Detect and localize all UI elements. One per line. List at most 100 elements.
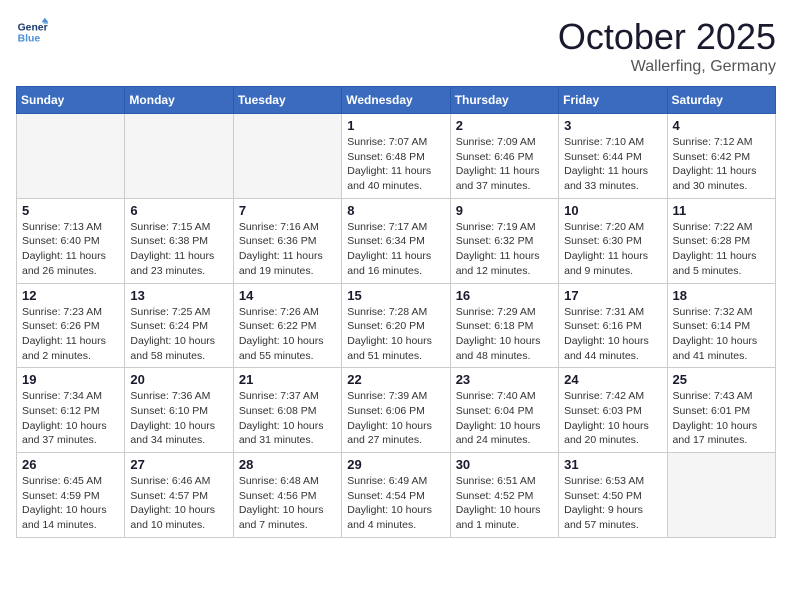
weekday-header-thursday: Thursday [450,87,558,114]
day-info: Sunrise: 7:39 AM Sunset: 6:06 PM Dayligh… [347,389,444,448]
day-number: 7 [239,203,336,218]
week-row-5: 26Sunrise: 6:45 AM Sunset: 4:59 PM Dayli… [17,453,776,538]
day-cell: 18 Sunrise: 7:32 AM Sunset: 6:14 PM Dayli… [667,283,775,368]
day-number: 29 [347,457,444,472]
day-number: 23 [456,372,553,387]
day-cell: 12 Sunrise: 7:23 AM Sunset: 6:26 PM Dayli… [17,283,125,368]
day-cell: 22 Sunrise: 7:39 AM Sunset: 6:06 PM Dayli… [342,368,450,453]
day-cell: 30 Sunrise: 6:51 AM Sunset: 4:52 PM Dayli… [450,453,558,538]
day-number: 26 [22,457,119,472]
day-number: 19 [22,372,119,387]
day-info: Sunrise: 7:23 AM Sunset: 6:26 PM Dayligh… [22,305,119,364]
month-title: October 2025 [558,16,776,58]
day-cell: 6 Sunrise: 7:15 AM Sunset: 6:38 PM Daylig… [125,198,233,283]
weekday-header-wednesday: Wednesday [342,87,450,114]
day-cell: 17 Sunrise: 7:31 AM Sunset: 6:16 PM Dayli… [559,283,667,368]
day-number: 30 [456,457,553,472]
day-number: 21 [239,372,336,387]
day-number: 9 [456,203,553,218]
day-number: 6 [130,203,227,218]
day-cell: 24Sunrise: 7:42 AM Sunset: 6:03 PM Dayli… [559,368,667,453]
day-cell: 20 Sunrise: 7:36 AM Sunset: 6:10 PM Dayli… [125,368,233,453]
day-cell: 13Sunrise: 7:25 AM Sunset: 6:24 PM Dayli… [125,283,233,368]
day-number: 22 [347,372,444,387]
day-info: Sunrise: 6:46 AM Sunset: 4:57 PM Dayligh… [130,474,227,533]
day-number: 15 [347,288,444,303]
day-cell: 31 Sunrise: 6:53 AM Sunset: 4:50 PM Dayli… [559,453,667,538]
day-info: Sunrise: 7:40 AM Sunset: 6:04 PM Dayligh… [456,389,553,448]
day-cell [125,114,233,199]
svg-text:Blue: Blue [18,34,41,45]
day-number: 18 [673,288,770,303]
day-info: Sunrise: 7:12 AM Sunset: 6:42 PM Dayligh… [673,135,770,194]
title-area: October 2025 Wallerfing, Germany [558,16,776,76]
day-info: Sunrise: 7:29 AM Sunset: 6:18 PM Dayligh… [456,305,553,364]
day-info: Sunrise: 7:17 AM Sunset: 6:34 PM Dayligh… [347,220,444,279]
day-number: 10 [564,203,661,218]
page-header: General Blue October 2025 Wallerfing, Ge… [16,16,776,76]
svg-text:General: General [18,22,48,33]
day-number: 2 [456,118,553,133]
weekday-header-sunday: Sunday [17,87,125,114]
week-row-2: 5 Sunrise: 7:13 AM Sunset: 6:40 PM Daylig… [17,198,776,283]
day-cell: 14Sunrise: 7:26 AM Sunset: 6:22 PM Dayli… [233,283,341,368]
day-info: Sunrise: 7:09 AM Sunset: 6:46 PM Dayligh… [456,135,553,194]
week-row-1: 1 Sunrise: 7:07 AM Sunset: 6:48 PM Daylig… [17,114,776,199]
day-info: Sunrise: 7:37 AM Sunset: 6:08 PM Dayligh… [239,389,336,448]
day-cell: 5 Sunrise: 7:13 AM Sunset: 6:40 PM Daylig… [17,198,125,283]
day-number: 5 [22,203,119,218]
calendar-table: SundayMondayTuesdayWednesdayThursdayFrid… [16,86,776,538]
day-info: Sunrise: 7:15 AM Sunset: 6:38 PM Dayligh… [130,220,227,279]
day-cell: 9Sunrise: 7:19 AM Sunset: 6:32 PM Daylig… [450,198,558,283]
day-number: 11 [673,203,770,218]
day-info: Sunrise: 7:07 AM Sunset: 6:48 PM Dayligh… [347,135,444,194]
day-number: 31 [564,457,661,472]
day-number: 1 [347,118,444,133]
day-number: 17 [564,288,661,303]
weekday-header-tuesday: Tuesday [233,87,341,114]
day-number: 27 [130,457,227,472]
day-info: Sunrise: 7:34 AM Sunset: 6:12 PM Dayligh… [22,389,119,448]
day-info: Sunrise: 7:25 AM Sunset: 6:24 PM Dayligh… [130,305,227,364]
location: Wallerfing, Germany [558,58,776,76]
day-info: Sunrise: 7:22 AM Sunset: 6:28 PM Dayligh… [673,220,770,279]
day-info: Sunrise: 7:43 AM Sunset: 6:01 PM Dayligh… [673,389,770,448]
day-info: Sunrise: 7:32 AM Sunset: 6:14 PM Dayligh… [673,305,770,364]
day-cell: 4 Sunrise: 7:12 AM Sunset: 6:42 PM Daylig… [667,114,775,199]
day-cell: 8 Sunrise: 7:17 AM Sunset: 6:34 PM Daylig… [342,198,450,283]
day-info: Sunrise: 7:31 AM Sunset: 6:16 PM Dayligh… [564,305,661,364]
day-cell: 7 Sunrise: 7:16 AM Sunset: 6:36 PM Daylig… [233,198,341,283]
day-info: Sunrise: 7:28 AM Sunset: 6:20 PM Dayligh… [347,305,444,364]
day-cell: 28Sunrise: 6:48 AM Sunset: 4:56 PM Dayli… [233,453,341,538]
day-cell: 11 Sunrise: 7:22 AM Sunset: 6:28 PM Dayli… [667,198,775,283]
day-number: 4 [673,118,770,133]
day-info: Sunrise: 7:20 AM Sunset: 6:30 PM Dayligh… [564,220,661,279]
day-cell [17,114,125,199]
day-info: Sunrise: 7:13 AM Sunset: 6:40 PM Dayligh… [22,220,119,279]
day-info: Sunrise: 7:36 AM Sunset: 6:10 PM Dayligh… [130,389,227,448]
day-number: 16 [456,288,553,303]
day-cell: 21 Sunrise: 7:37 AM Sunset: 6:08 PM Dayli… [233,368,341,453]
day-cell: 10 Sunrise: 7:20 AM Sunset: 6:30 PM Dayli… [559,198,667,283]
day-cell: 1 Sunrise: 7:07 AM Sunset: 6:48 PM Daylig… [342,114,450,199]
day-info: Sunrise: 6:51 AM Sunset: 4:52 PM Dayligh… [456,474,553,533]
day-cell: 29Sunrise: 6:49 AM Sunset: 4:54 PM Dayli… [342,453,450,538]
week-row-4: 19 Sunrise: 7:34 AM Sunset: 6:12 PM Dayli… [17,368,776,453]
weekday-header-monday: Monday [125,87,233,114]
day-info: Sunrise: 6:53 AM Sunset: 4:50 PM Dayligh… [564,474,661,533]
day-number: 3 [564,118,661,133]
logo-icon: General Blue [16,16,48,48]
logo: General Blue [16,16,48,48]
day-cell: 3Sunrise: 7:10 AM Sunset: 6:44 PM Daylig… [559,114,667,199]
day-number: 14 [239,288,336,303]
day-number: 20 [130,372,227,387]
day-cell: 27 Sunrise: 6:46 AM Sunset: 4:57 PM Dayli… [125,453,233,538]
day-number: 8 [347,203,444,218]
day-info: Sunrise: 7:16 AM Sunset: 6:36 PM Dayligh… [239,220,336,279]
day-info: Sunrise: 6:48 AM Sunset: 4:56 PM Dayligh… [239,474,336,533]
weekday-header-friday: Friday [559,87,667,114]
day-number: 12 [22,288,119,303]
day-cell: 19 Sunrise: 7:34 AM Sunset: 6:12 PM Dayli… [17,368,125,453]
day-number: 24 [564,372,661,387]
day-cell: 2 Sunrise: 7:09 AM Sunset: 6:46 PM Daylig… [450,114,558,199]
